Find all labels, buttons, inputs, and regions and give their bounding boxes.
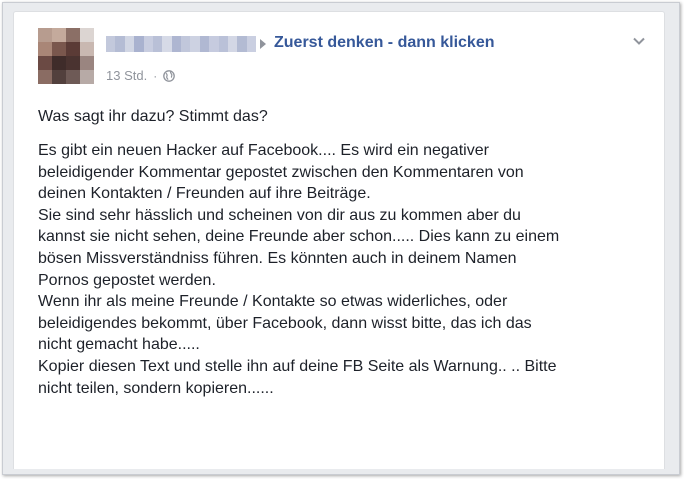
group-link[interactable]: Zuerst denken - dann klicken: [274, 34, 495, 52]
post-body-line: beleidigender Kommentar gepostet zwische…: [38, 163, 524, 181]
chevron-down-icon[interactable]: [632, 36, 646, 46]
post-body-line: nicht teilen, sondern kopieren......: [38, 379, 274, 397]
post-body-line: beleidigendes bekommt, über Facebook, da…: [38, 314, 532, 332]
post-body-line: bösen Missverständniss führen. Es könnte…: [38, 249, 517, 267]
post-body-line: Es gibt ein neuen Hacker auf Facebook...…: [38, 142, 489, 159]
post-body-line: Pornos gepostet werden.: [38, 271, 216, 289]
avatar[interactable]: [38, 28, 94, 84]
post-body: Es gibt ein neuen Hacker auf Facebook...…: [38, 140, 654, 399]
post-body-line: Kopier diesen Text und stelle ihn auf de…: [38, 357, 557, 375]
post-body-line: deinen Kontakten / Freunden auf ihre Bei…: [38, 185, 371, 203]
screenshot-frame: Zuerst denken - dann klicken 13 Std. · W…: [2, 2, 680, 475]
post-question: Was sagt ihr dazu? Stimmt das?: [38, 108, 268, 125]
timestamp[interactable]: 13 Std.: [106, 68, 147, 83]
post-body-line: nicht gemacht habe.....: [38, 336, 200, 354]
post-body-line: Wenn ihr als meine Freunde / Kontakte so…: [38, 293, 508, 311]
post-body-line: Sie sind sehr hässlich und scheinen von …: [38, 206, 521, 224]
author-name-blurred[interactable]: [106, 36, 256, 52]
share-arrow-icon: [260, 39, 266, 49]
post-body-line: kannst sie nicht sehen, deine Freunde ab…: [38, 228, 560, 246]
post-meta: 13 Std. ·: [106, 68, 176, 83]
post-card: Zuerst denken - dann klicken 13 Std. · W…: [13, 11, 665, 469]
globe-icon[interactable]: [163, 69, 176, 82]
meta-separator: ·: [153, 68, 158, 83]
